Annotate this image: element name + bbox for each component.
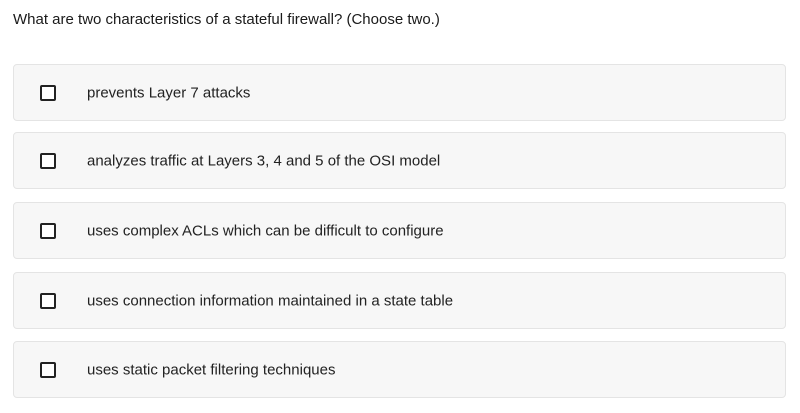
checkbox[interactable] [40, 361, 56, 378]
answer-label: uses static packet filtering techniques [87, 361, 336, 378]
answer-option-5[interactable]: uses static packet filtering techniques [13, 341, 786, 398]
answer-option-4[interactable]: uses connection information maintained i… [13, 272, 786, 329]
answer-label: analyzes traffic at Layers 3, 4 and 5 of… [87, 152, 441, 169]
answer-label: prevents Layer 7 attacks [87, 84, 251, 101]
checkbox[interactable] [40, 292, 56, 309]
answer-option-2[interactable]: analyzes traffic at Layers 3, 4 and 5 of… [13, 132, 786, 189]
answer-label: uses complex ACLs which can be difficult… [87, 222, 444, 239]
checkbox[interactable] [40, 84, 56, 101]
checkbox[interactable] [40, 222, 56, 239]
answer-option-3[interactable]: uses complex ACLs which can be difficult… [13, 202, 786, 259]
answer-label: uses connection information maintained i… [87, 292, 454, 309]
question-text: What are two characteristics of a statef… [13, 11, 440, 28]
checkbox[interactable] [40, 152, 56, 169]
answer-option-1[interactable]: prevents Layer 7 attacks [13, 64, 786, 121]
